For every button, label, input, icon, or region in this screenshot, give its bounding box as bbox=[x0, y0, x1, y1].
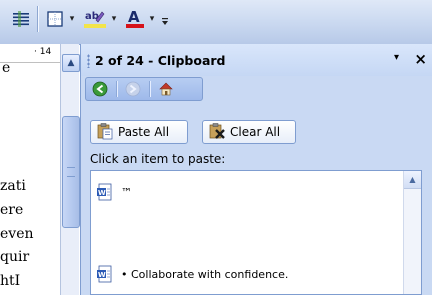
svg-text:A: A bbox=[128, 8, 140, 26]
document-text-line: e bbox=[2, 60, 11, 76]
grip-icon bbox=[67, 167, 75, 177]
close-icon[interactable]: × bbox=[414, 50, 427, 68]
back-arrow-icon[interactable] bbox=[90, 80, 110, 98]
scroll-up-button[interactable]: ▲ bbox=[62, 54, 80, 72]
pane-nav-bar bbox=[85, 77, 203, 101]
document-text-line: ere bbox=[0, 202, 24, 218]
borders-icon[interactable] bbox=[44, 6, 66, 32]
word-document-icon: W bbox=[97, 183, 113, 201]
borders-dropdown-icon[interactable]: ▾ bbox=[66, 6, 78, 32]
font-color-dropdown-icon[interactable]: ▾ bbox=[146, 6, 158, 32]
paste-all-label: Paste All bbox=[118, 125, 170, 139]
toolbar-options-icon[interactable] bbox=[160, 6, 170, 32]
paste-all-icon bbox=[96, 122, 114, 143]
clear-all-icon bbox=[208, 122, 226, 143]
clipboard-item[interactable]: W • Collaborate with confidence. bbox=[97, 265, 288, 283]
clear-all-label: Clear All bbox=[230, 125, 281, 139]
document-text-line: quir bbox=[0, 249, 30, 265]
clipboard-item-text: ™ bbox=[121, 185, 132, 199]
toolbar-separator bbox=[37, 6, 38, 32]
pane-grip-icon[interactable] bbox=[87, 54, 90, 68]
pane-menu-dropdown-icon[interactable]: ▾ bbox=[394, 52, 399, 63]
document-area[interactable]: · 14 e zati ere even quir htI bbox=[0, 44, 60, 295]
document-text-line: zati bbox=[0, 178, 26, 194]
paste-all-button[interactable]: Paste All bbox=[90, 120, 188, 144]
clipboard-task-pane: 2 of 24 - Clipboard ▾ × Paste All Clear … bbox=[80, 44, 432, 295]
document-vertical-scrollbar[interactable]: ▲ bbox=[60, 44, 80, 295]
word-document-icon: W bbox=[97, 265, 113, 283]
paste-instruction: Click an item to paste: bbox=[90, 152, 226, 166]
clipboard-items-list: W ™ W • Collaborate with confidence. ▲ bbox=[90, 170, 422, 295]
highlight-dropdown-icon[interactable]: ▾ bbox=[108, 6, 120, 32]
ruler-mark: · 14 bbox=[34, 47, 52, 57]
forward-arrow-icon[interactable] bbox=[123, 80, 143, 98]
clipboard-item[interactable]: W ™ bbox=[97, 183, 132, 201]
formatting-toolbar: ▾ ab ▾ A ▾ bbox=[0, 0, 432, 45]
highlight-icon[interactable]: ab bbox=[82, 6, 108, 32]
scroll-up-icon[interactable]: ▲ bbox=[404, 171, 421, 189]
clipboard-list-scrollbar[interactable]: ▲ bbox=[403, 171, 421, 294]
nav-separator bbox=[116, 81, 117, 97]
document-text-line: htI bbox=[0, 273, 21, 289]
clear-all-button[interactable]: Clear All bbox=[202, 120, 296, 144]
scroll-thumb[interactable] bbox=[62, 116, 80, 228]
pane-title: 2 of 24 - Clipboard bbox=[95, 53, 226, 68]
svg-text:W: W bbox=[98, 271, 106, 279]
pane-header: 2 of 24 - Clipboard ▾ × bbox=[81, 44, 432, 76]
justify-icon[interactable] bbox=[10, 6, 32, 32]
document-text-line: even bbox=[0, 226, 34, 242]
nav-separator bbox=[149, 81, 150, 97]
svg-text:W: W bbox=[98, 189, 106, 197]
clipboard-item-text: • Collaborate with confidence. bbox=[121, 267, 289, 281]
font-color-icon[interactable]: A bbox=[124, 6, 146, 32]
home-icon[interactable] bbox=[156, 80, 176, 98]
